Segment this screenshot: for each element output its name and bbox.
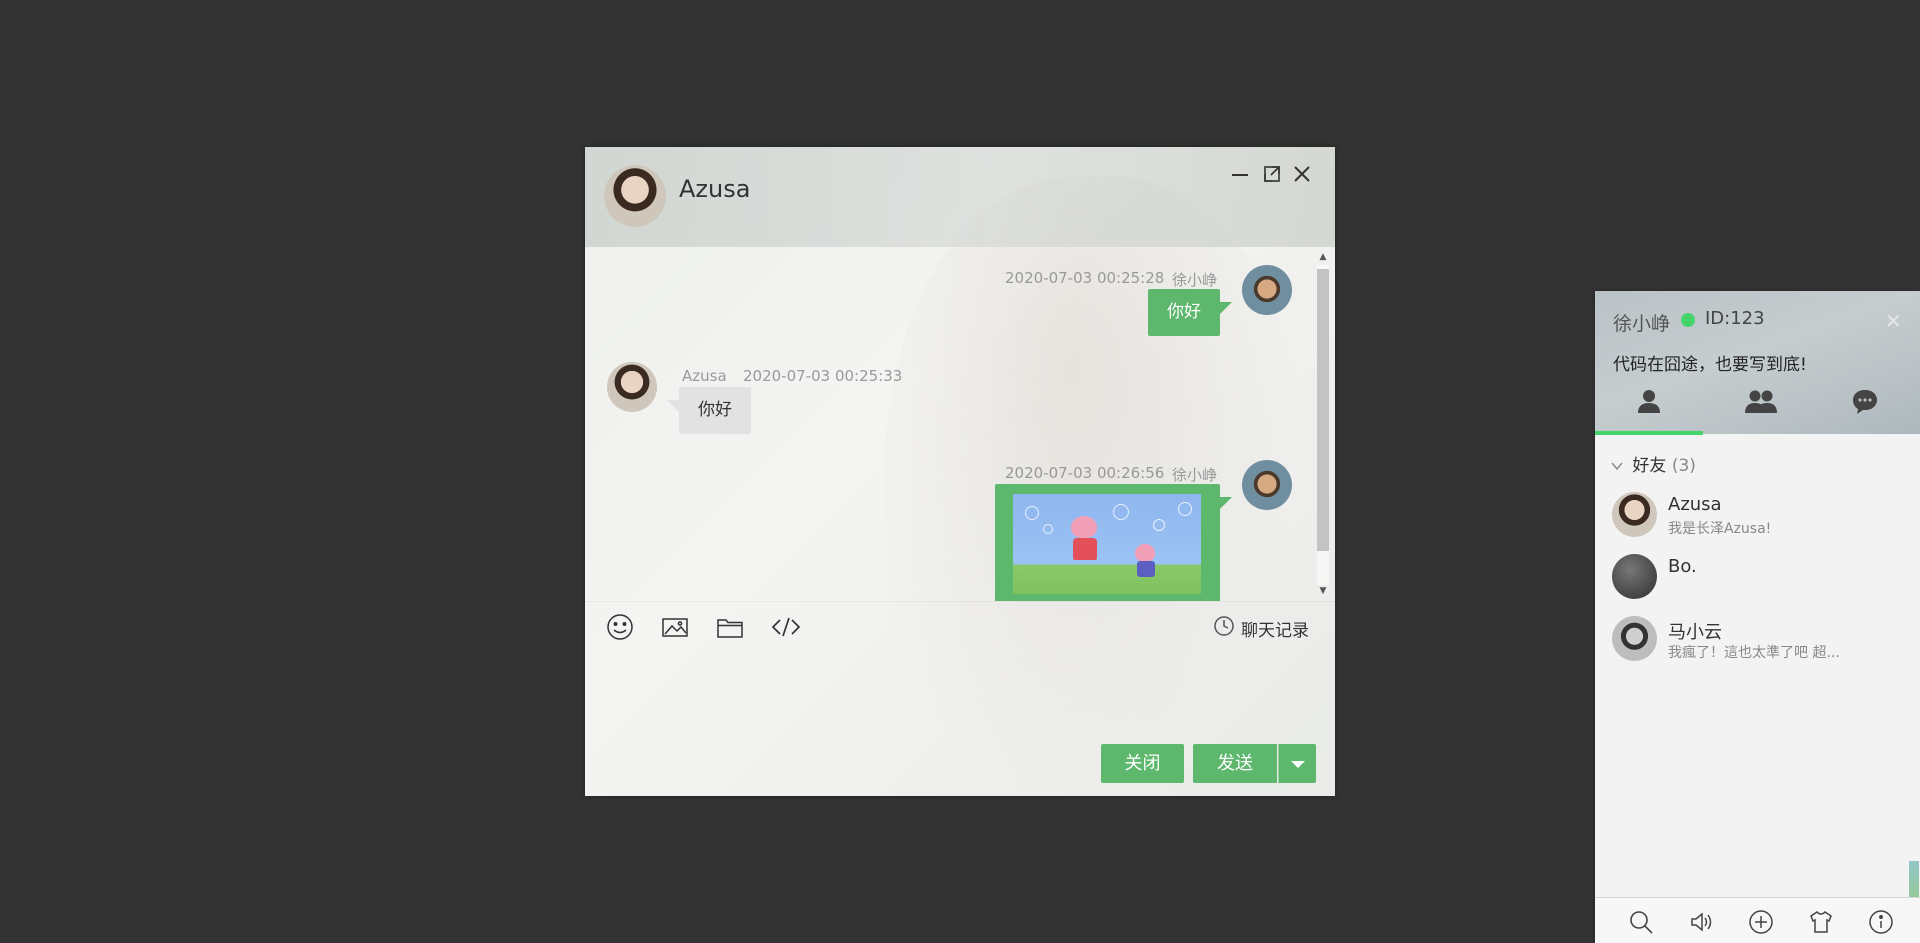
chevron-down-icon bbox=[1290, 760, 1305, 768]
add-icon[interactable] bbox=[1747, 908, 1775, 936]
search-icon[interactable] bbox=[1627, 908, 1655, 936]
scroll-down-icon[interactable]: ▼ bbox=[1317, 585, 1329, 597]
tab-messages[interactable] bbox=[1811, 387, 1919, 427]
friend-signature: 我瘋了！這也太準了吧 超... bbox=[1668, 645, 1840, 661]
message-time: 2020-07-03 00:25:33 bbox=[743, 367, 903, 385]
friend-item[interactable]: 马小云 我瘋了！這也太準了吧 超... bbox=[1595, 608, 1920, 670]
pig-head bbox=[1071, 516, 1097, 538]
speaker-icon[interactable] bbox=[1687, 908, 1715, 936]
friend-group-header[interactable]: 好友 (3) bbox=[1611, 451, 1696, 476]
message-list[interactable]: 2020-07-03 00:25:28 徐小峥 你好 Azusa 2020-07… bbox=[585, 247, 1313, 601]
image-icon[interactable] bbox=[660, 612, 694, 642]
friend-signature: 我是长泽Azusa! bbox=[1668, 521, 1772, 537]
sender-avatar[interactable] bbox=[1242, 460, 1292, 510]
tab-groups[interactable] bbox=[1703, 387, 1811, 427]
folder-icon[interactable] bbox=[715, 612, 749, 642]
online-status-icon[interactable] bbox=[1681, 313, 1695, 327]
message-input[interactable] bbox=[601, 649, 1323, 737]
panel-footer bbox=[1595, 897, 1920, 943]
image-message-bubble[interactable] bbox=[995, 484, 1220, 601]
smiley-icon[interactable] bbox=[605, 612, 639, 642]
contact-avatar[interactable] bbox=[604, 165, 666, 227]
bubble-shape bbox=[1113, 504, 1129, 520]
send-options-dropdown[interactable] bbox=[1278, 744, 1316, 783]
minimize-icon[interactable] bbox=[1229, 163, 1251, 185]
pig-head bbox=[1135, 544, 1155, 562]
group-icon bbox=[1745, 390, 1777, 413]
close-button[interactable]: 关闭 bbox=[1101, 744, 1184, 783]
friend-name: Bo. bbox=[1668, 556, 1697, 577]
friend-avatar bbox=[1612, 616, 1657, 661]
chat-history-label: 聊天记录 bbox=[1241, 620, 1309, 641]
bubble-shape bbox=[1043, 524, 1053, 534]
user-signature[interactable]: 代码在囧途，也要写到底! bbox=[1613, 350, 1807, 375]
friend-item[interactable]: Bo. bbox=[1595, 546, 1920, 608]
friend-name: 马小云 bbox=[1668, 622, 1722, 643]
bubble-shape bbox=[1025, 506, 1039, 520]
sender-avatar[interactable] bbox=[607, 362, 657, 412]
group-name: 好友 bbox=[1632, 456, 1667, 476]
tab-friends[interactable] bbox=[1595, 387, 1703, 427]
message-scrollbar[interactable]: ▲ ▼ bbox=[1314, 251, 1330, 597]
info-icon[interactable] bbox=[1867, 908, 1895, 936]
bubble-tail bbox=[1220, 497, 1232, 509]
friend-avatar bbox=[1612, 554, 1657, 599]
close-icon[interactable]: ✕ bbox=[1885, 309, 1902, 333]
bubble-shape bbox=[1178, 502, 1192, 516]
chevron-down-icon bbox=[1611, 456, 1623, 471]
clock-icon bbox=[1213, 615, 1235, 641]
message-sender: Azusa bbox=[682, 367, 727, 385]
contact-name: Azusa bbox=[679, 175, 751, 203]
sender-avatar[interactable] bbox=[1242, 265, 1292, 315]
code-icon[interactable] bbox=[770, 612, 804, 642]
scroll-thumb[interactable] bbox=[1317, 269, 1329, 551]
panel-header: 徐小峥 ID:123 ✕ 代码在囧途，也要写到底! bbox=[1595, 291, 1920, 435]
close-icon[interactable] bbox=[1291, 163, 1313, 185]
scroll-up-icon[interactable]: ▲ bbox=[1317, 251, 1329, 263]
peppa-pig-image[interactable] bbox=[1013, 494, 1201, 594]
user-icon bbox=[1638, 390, 1660, 413]
message-time: 2020-07-03 00:25:28 bbox=[1005, 269, 1165, 287]
maximize-icon[interactable] bbox=[1261, 163, 1283, 185]
group-count: (3) bbox=[1671, 456, 1696, 476]
user-id: ID:123 bbox=[1705, 308, 1765, 329]
message-bubble: 你好 bbox=[1148, 289, 1220, 336]
chat-bubble-icon bbox=[1853, 390, 1877, 414]
message-bubble: 你好 bbox=[679, 387, 751, 434]
friend-name: Azusa bbox=[1668, 494, 1722, 515]
message-sender: 徐小峥 bbox=[1172, 466, 1218, 484]
friend-item[interactable]: Azusa 我是长泽Azusa! bbox=[1595, 484, 1920, 546]
chat-window: Azusa 2020-07-03 00:25:28 徐小峥 你好 Azusa 2… bbox=[585, 147, 1335, 796]
friend-avatar bbox=[1612, 492, 1657, 537]
pig-shirt bbox=[1137, 561, 1155, 577]
active-tab-indicator bbox=[1595, 431, 1703, 435]
message-time: 2020-07-03 00:26:56 bbox=[1005, 464, 1165, 482]
main-panel: 徐小峥 ID:123 ✕ 代码在囧途，也要写到底! 好友 (3) Azusa 我… bbox=[1595, 291, 1920, 943]
message-sender: 徐小峥 bbox=[1172, 271, 1218, 289]
chat-history-button[interactable]: 聊天记录 bbox=[1213, 615, 1309, 641]
bubble-tail bbox=[667, 400, 679, 412]
bubble-tail bbox=[1220, 302, 1232, 314]
send-button[interactable]: 发送 bbox=[1193, 744, 1277, 783]
user-name[interactable]: 徐小峥 bbox=[1613, 309, 1670, 336]
bubble-shape bbox=[1153, 519, 1165, 531]
chat-header: Azusa bbox=[585, 147, 1335, 247]
input-toolbar: 聊天记录 bbox=[585, 601, 1335, 650]
skin-shirt-icon[interactable] bbox=[1807, 908, 1835, 936]
pig-dress bbox=[1073, 538, 1097, 560]
